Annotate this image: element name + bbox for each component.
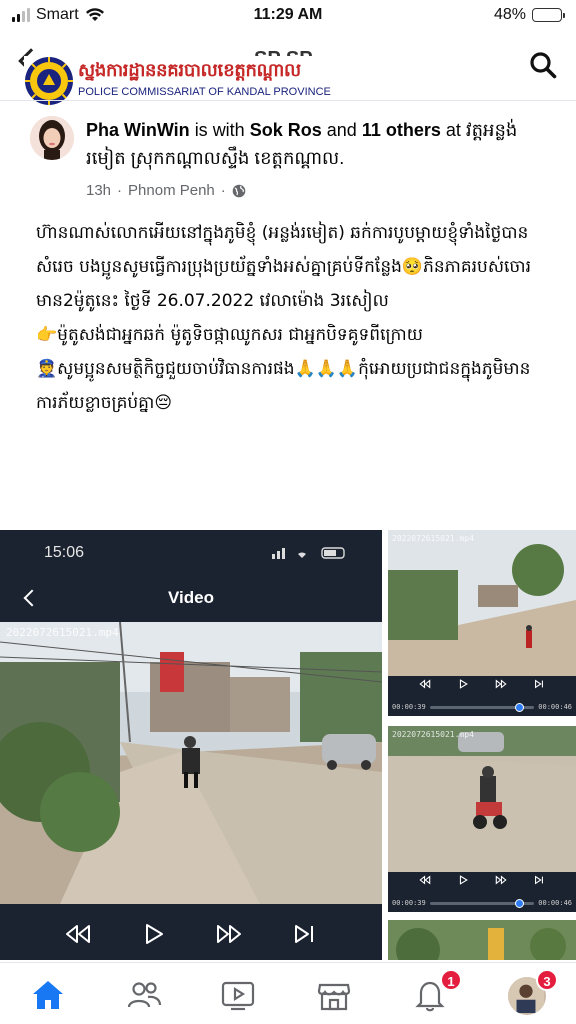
- meta-separator: ·: [117, 182, 123, 199]
- play-icon[interactable]: [139, 920, 167, 948]
- status-bar: Smart 11:29 AM 48%: [0, 0, 576, 32]
- cctv-frame-street: [0, 622, 382, 904]
- skip-next-icon[interactable]: [533, 874, 545, 886]
- rewind-icon[interactable]: [64, 920, 92, 948]
- banner-khmer-title: ស្នងការដ្ឋាននគរបាលខេត្តកណ្ដាល: [78, 60, 301, 81]
- post-paragraph: 👉ម៉ូតូសង់ជាអ្នកឆក់ ម៉ូតូទិចផ្កាឈូកសរ ជាអ…: [36, 325, 423, 345]
- video-clip-thumbnail[interactable]: [388, 920, 576, 960]
- with-text: is with: [194, 120, 245, 140]
- seek-bar[interactable]: [429, 702, 535, 712]
- play-icon[interactable]: [457, 678, 469, 690]
- notifications-badge: 1: [440, 969, 462, 991]
- seek-knob[interactable]: [514, 702, 524, 712]
- post-time[interactable]: 13h: [86, 182, 111, 199]
- video-timestamp: 2022072615021.mp4: [6, 626, 119, 639]
- post-body: ហ៊ានណាស់លោកអើយនៅក្នុងភូមិខ្ញុំ (អន្លង់រម…: [36, 216, 556, 420]
- clip-current-time: 00:00:39: [392, 899, 426, 907]
- clip-timestamp: 2022072615021.mp4: [392, 534, 474, 543]
- clip-progress: 00:00:39 00:00:46: [392, 896, 572, 910]
- cctv-frame-motorbike: [388, 726, 576, 872]
- battery-percent: 48%: [493, 6, 526, 23]
- play-icon[interactable]: [457, 874, 469, 886]
- tab-friends[interactable]: [126, 977, 166, 1013]
- fast-forward-icon[interactable]: [495, 874, 507, 886]
- seek-bar[interactable]: [429, 898, 535, 908]
- clip-progress: 00:00:39 00:00:46: [392, 700, 572, 714]
- cctv-frame-cropped: [388, 920, 576, 960]
- post-meta: 13h · Phnom Penh ·: [86, 182, 246, 199]
- marketplace-icon: [317, 983, 351, 1011]
- screen: { "status_bar": { "carrier": "Smart", "t…: [0, 0, 576, 1024]
- tab-marketplace[interactable]: [316, 977, 356, 1013]
- clip-timestamp: 2022072615021.mp4: [392, 730, 474, 739]
- public-globe-icon: [232, 184, 246, 197]
- bottom-tab-bar: 1 3: [0, 962, 576, 1024]
- search-icon[interactable]: [528, 50, 558, 80]
- avatar-image: [30, 116, 74, 160]
- main-video-screenshot[interactable]: 15:06 Video 2022072615021.mp4: [0, 530, 382, 960]
- header-divider: [0, 100, 576, 101]
- clip-total-time: 00:00:46: [538, 899, 572, 907]
- tab-notifications[interactable]: 1: [412, 969, 462, 1013]
- author-avatar[interactable]: [30, 116, 74, 160]
- menu-badge: 3: [536, 969, 558, 991]
- clip-current-time: 00:00:39: [392, 703, 426, 711]
- embedded-status-icons: [272, 547, 345, 559]
- fast-forward-icon[interactable]: [495, 678, 507, 690]
- police-seal-logo: [25, 57, 73, 105]
- tab-home[interactable]: [30, 977, 70, 1013]
- video-screen-title: Video: [168, 588, 214, 607]
- friends-icon: [127, 982, 162, 1008]
- tab-watch[interactable]: [220, 977, 260, 1013]
- video-clip-thumbnail[interactable]: 2022072615021.mp4 00:00:39 00:00:46: [388, 530, 576, 716]
- tagged-others-link[interactable]: 11 others: [362, 120, 441, 140]
- post-paragraph: 👮សូមប្អូនសមត្ថិកិច្ចជួយចាប់វិធានការផង🙏🙏🙏…: [36, 359, 531, 413]
- app-header: SP SP ស្នងការដ្ឋាននគរបាលខេត្តកណ្ដាល POLI…: [0, 32, 576, 108]
- embedded-phone-time: 15:06: [44, 544, 85, 561]
- seek-knob[interactable]: [514, 898, 524, 908]
- meta-separator: ·: [220, 182, 226, 199]
- skip-next-icon[interactable]: [533, 678, 545, 690]
- video-clip-thumbnail[interactable]: 2022072615021.mp4 00:00:39 00:00:46: [388, 726, 576, 912]
- tagged-friend[interactable]: Sok Ros: [250, 120, 322, 140]
- cctv-frame-road: [388, 530, 576, 676]
- clock: 11:29 AM: [253, 6, 323, 23]
- home-icon: [33, 981, 63, 1009]
- post-media-grid: 15:06 Video 2022072615021.mp4 2022072615…: [0, 530, 576, 960]
- post-header: Pha WinWin is with Sok Ros and 11 others…: [86, 116, 556, 172]
- clip-controls: 00:00:39 00:00:46: [388, 676, 576, 716]
- clip-total-time: 00:00:46: [538, 703, 572, 711]
- video-topbar: Video: [0, 580, 382, 620]
- watch-icon: [221, 981, 255, 1011]
- rewind-icon[interactable]: [419, 678, 431, 690]
- post-paragraph: ហ៊ានណាស់លោកអើយនៅក្នុងភូមិខ្ញុំ (អន្លង់រម…: [36, 223, 531, 311]
- and-text: and: [326, 120, 357, 140]
- author-name[interactable]: Pha WinWin: [86, 120, 190, 140]
- clip-controls: 00:00:39 00:00:46: [388, 872, 576, 912]
- banner-english-title: POLICE COMMISSARIAT OF KANDAL PROVINCE: [78, 86, 331, 98]
- at-text: at: [445, 120, 461, 140]
- skip-next-icon[interactable]: [290, 920, 318, 948]
- tab-menu[interactable]: 3: [508, 969, 558, 1015]
- rewind-icon[interactable]: [419, 874, 431, 886]
- battery-icon: [532, 8, 565, 22]
- post-place[interactable]: Phnom Penh: [128, 182, 215, 199]
- fast-forward-icon[interactable]: [215, 920, 243, 948]
- battery-group: 48%: [493, 6, 565, 24]
- video-controls: [0, 908, 382, 960]
